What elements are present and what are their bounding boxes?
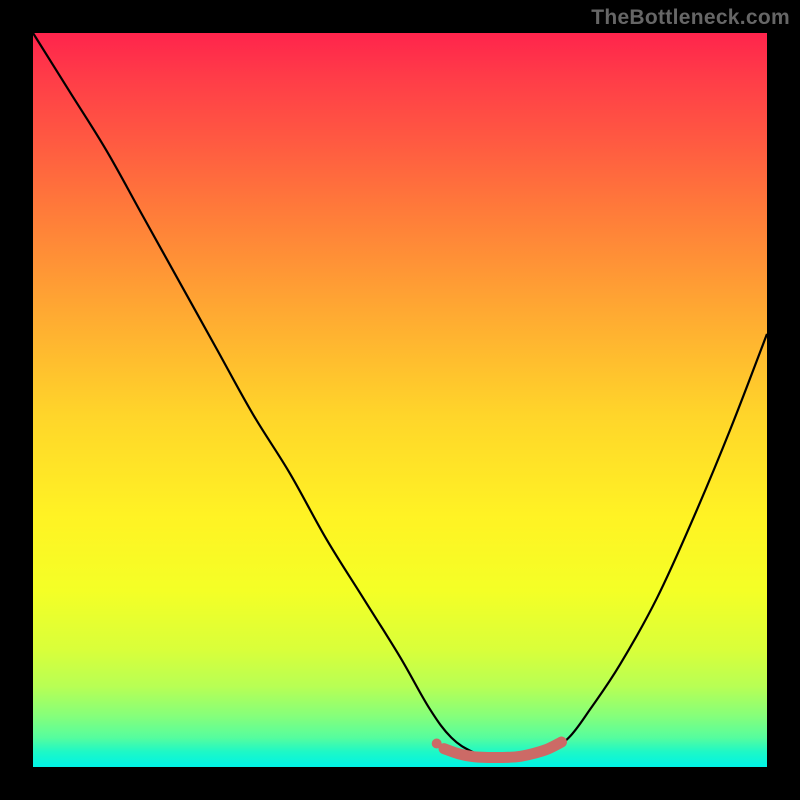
optimal-range-marker <box>444 742 561 758</box>
bottleneck-curve <box>33 33 767 761</box>
chart-frame: TheBottleneck.com <box>0 0 800 800</box>
curve-svg <box>33 33 767 767</box>
watermark-text: TheBottleneck.com <box>591 6 790 30</box>
plot-area <box>33 33 767 767</box>
